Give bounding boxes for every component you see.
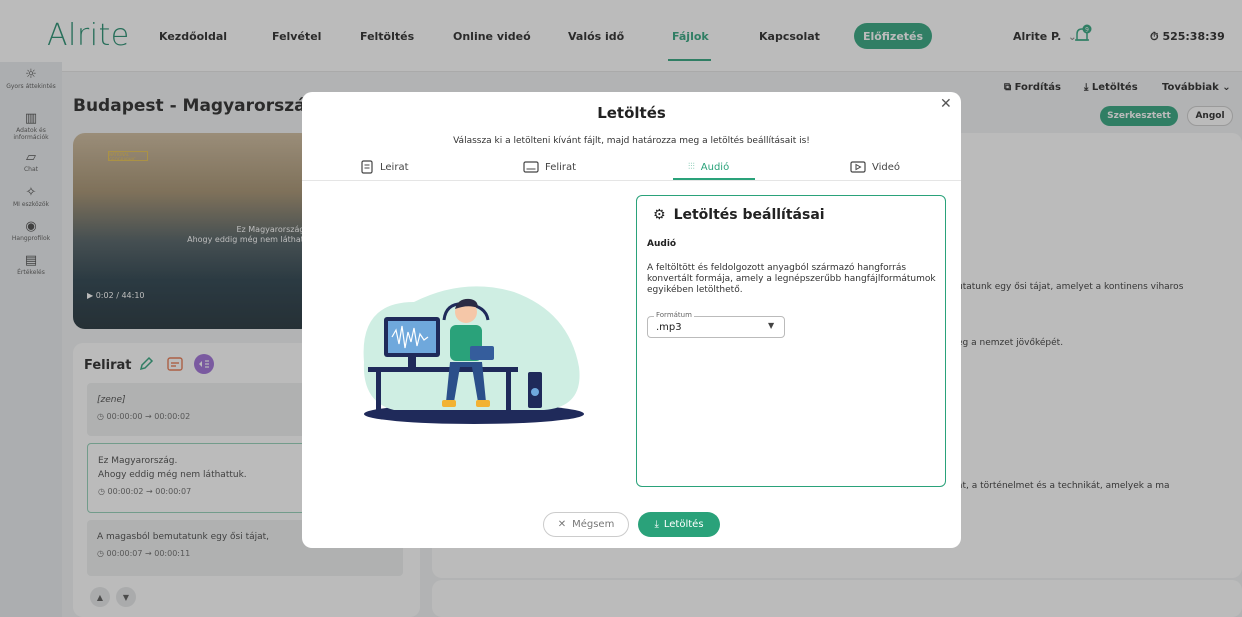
- gear-icon: ⚙: [653, 207, 666, 223]
- settings-title: ⚙ Letöltés beállításai: [653, 207, 825, 223]
- tab-video[interactable]: Videó: [850, 154, 900, 180]
- audio-wave-icon: ⫶⫶⫶: [688, 162, 695, 172]
- cancel-label: Mégsem: [572, 519, 615, 530]
- tab-label: Leirat: [380, 161, 409, 173]
- video-icon: [850, 161, 866, 173]
- settings-subtitle: Audió: [647, 239, 677, 249]
- download-modal: Letöltés ✕ Válassza ki a letölteni kíván…: [302, 92, 961, 548]
- settings-title-text: Letöltés beállításai: [673, 207, 825, 223]
- modal-subtitle: Válassza ki a letölteni kívánt fájlt, ma…: [453, 136, 810, 146]
- close-icon: ✕: [557, 519, 567, 530]
- format-label: Formátum: [654, 311, 694, 319]
- format-value: .mp3: [656, 322, 682, 333]
- caret-down-icon: ▼: [768, 321, 775, 330]
- tab-leirat[interactable]: Leirat: [360, 154, 409, 180]
- settings-description: A feltöltött és feldolgozott anyagból sz…: [647, 263, 936, 295]
- document-icon: [361, 160, 373, 174]
- download-settings-panel: ⚙ Letöltés beállításai Audió A feltöltött…: [636, 195, 946, 487]
- download-icon: ⤓: [654, 519, 659, 530]
- subtitle-icon: [523, 161, 539, 173]
- modal-title: Letöltés: [597, 104, 666, 122]
- close-icon[interactable]: ✕: [940, 96, 952, 112]
- app: Alrite Kezdőoldal Felvétel Feltöltés Onl…: [0, 0, 1242, 617]
- download-label: Letöltés: [663, 519, 704, 530]
- tab-felirat[interactable]: Felirat: [523, 154, 576, 180]
- tab-label: Felirat: [545, 161, 577, 173]
- format-select[interactable]: Formátum .mp3 ▼: [647, 311, 785, 338]
- cancel-button[interactable]: ✕ Mégsem: [543, 512, 629, 537]
- tab-label: Audió: [700, 161, 730, 173]
- tab-divider: [302, 180, 961, 181]
- download-confirm-button[interactable]: ⤓ Letöltés: [638, 512, 720, 537]
- tab-audio[interactable]: ⫶⫶⫶ Audió: [688, 154, 729, 180]
- tab-label: Videó: [872, 161, 901, 173]
- person-at-desk-illustration: [363, 286, 584, 424]
